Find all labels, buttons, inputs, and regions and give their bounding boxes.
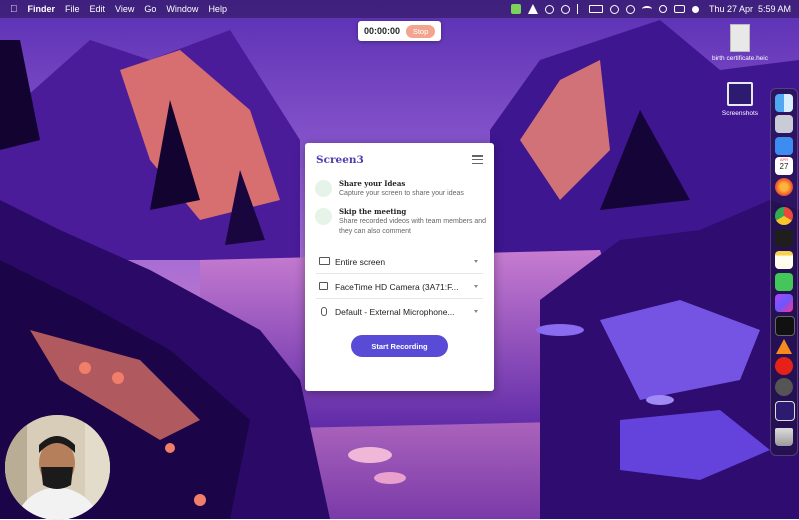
status-app-icon[interactable] <box>510 4 521 14</box>
phpstorm-icon[interactable] <box>775 294 793 312</box>
messages-icon[interactable] <box>775 273 793 291</box>
trash-icon[interactable] <box>775 428 793 446</box>
status-gear-icon[interactable] <box>560 4 570 14</box>
figma-icon[interactable] <box>775 229 793 247</box>
folder-icon <box>727 82 753 106</box>
terminal-icon[interactable] <box>775 316 795 336</box>
chevron-down-icon <box>474 260 478 263</box>
chevron-down-icon <box>474 310 478 313</box>
camera-icon <box>319 282 328 290</box>
youtube-music-icon[interactable] <box>775 357 793 375</box>
start-recording-button[interactable]: Start Recording <box>351 335 448 357</box>
desktop-file-label: birth certificate.heic <box>712 55 768 62</box>
menu-window[interactable]: Window <box>166 4 198 14</box>
hamburger-menu-icon[interactable] <box>472 155 483 165</box>
brand-logo: Screen3 <box>316 154 364 166</box>
desktop-file-birth-certificate[interactable]: birth certificate.heic <box>710 24 770 62</box>
microphone-icon <box>321 307 327 316</box>
microphone-source-select[interactable]: Default - External Microphone... <box>316 301 483 323</box>
search-icon[interactable] <box>658 5 667 13</box>
feature-description: Capture your screen to share your ideas <box>339 190 464 197</box>
webcam-person-image <box>5 415 110 520</box>
menu-app-name[interactable]: Finder <box>28 4 56 14</box>
screen-source-value: Entire screen <box>335 257 386 267</box>
screen3-panel: Screen3 Share your Ideas Capture your sc… <box>305 143 494 391</box>
control-center-icon[interactable] <box>673 5 685 13</box>
camera-source-select[interactable]: FaceTime HD Camera (3A71:F... <box>316 276 483 299</box>
feature-description: Share recorded videos with team members … <box>339 218 487 235</box>
webcam-preview[interactable] <box>5 415 110 520</box>
firefox-icon[interactable] <box>775 178 793 196</box>
team-icon <box>315 208 332 225</box>
wifi-icon[interactable] <box>641 6 652 12</box>
recording-timer-widget: 00:00:00 Stop <box>358 21 441 41</box>
menu-bar:  Finder File Edit View Go Window Help T… <box>0 0 799 18</box>
apple-menu-icon[interactable]:  <box>10 4 18 15</box>
siri-icon[interactable] <box>691 5 699 13</box>
desktop-folder-screenshots[interactable]: Screenshots <box>710 82 770 117</box>
feature-title: Skip the meeting <box>339 207 407 216</box>
screen-source-select[interactable]: Entire screen <box>316 251 483 274</box>
menu-clock[interactable]: Thu 27 Apr 5:59 AM <box>709 4 791 14</box>
camera-source-value: FaceTime HD Camera (3A71:F... <box>335 282 459 292</box>
chrome-icon[interactable] <box>775 207 793 225</box>
calendar-icon[interactable]: APR 27 <box>775 157 793 175</box>
status-clock-icon[interactable] <box>625 4 635 14</box>
status-battery-icon[interactable] <box>588 5 603 13</box>
menu-file[interactable]: File <box>65 4 80 14</box>
mail-icon[interactable] <box>775 137 793 155</box>
vlc-icon[interactable] <box>775 337 793 355</box>
feature-title: Share your Ideas <box>339 179 406 188</box>
menu-edit[interactable]: Edit <box>90 4 106 14</box>
launchpad-icon[interactable] <box>775 115 793 133</box>
status-play-icon[interactable] <box>609 4 619 14</box>
calendar-day: 27 <box>779 162 789 171</box>
vlc-cone-shape <box>776 339 792 354</box>
compass-icon[interactable] <box>775 378 793 396</box>
status-vlc-icon[interactable] <box>527 4 538 14</box>
desktop-folder-label: Screenshots <box>721 110 759 117</box>
menu-help[interactable]: Help <box>208 4 227 14</box>
chevron-down-icon <box>474 285 478 288</box>
share-ideas-icon <box>315 180 332 197</box>
menu-go[interactable]: Go <box>144 4 156 14</box>
status-music-icon[interactable] <box>544 4 554 14</box>
status-bluetooth-icon[interactable] <box>576 4 582 14</box>
screenshots-folder-icon[interactable] <box>775 401 795 421</box>
monitor-icon <box>319 257 330 265</box>
status-area: Thu 27 Apr 5:59 AM <box>510 0 791 18</box>
dock: APR 27 <box>770 88 798 456</box>
recording-time: 00:00:00 <box>364 26 401 36</box>
microphone-source-value: Default - External Microphone... <box>335 307 455 317</box>
stop-button[interactable]: Stop <box>406 24 436 38</box>
notes-icon[interactable] <box>775 251 793 269</box>
document-icon <box>730 24 750 52</box>
menu-view[interactable]: View <box>115 4 134 14</box>
finder-icon[interactable] <box>775 94 793 112</box>
